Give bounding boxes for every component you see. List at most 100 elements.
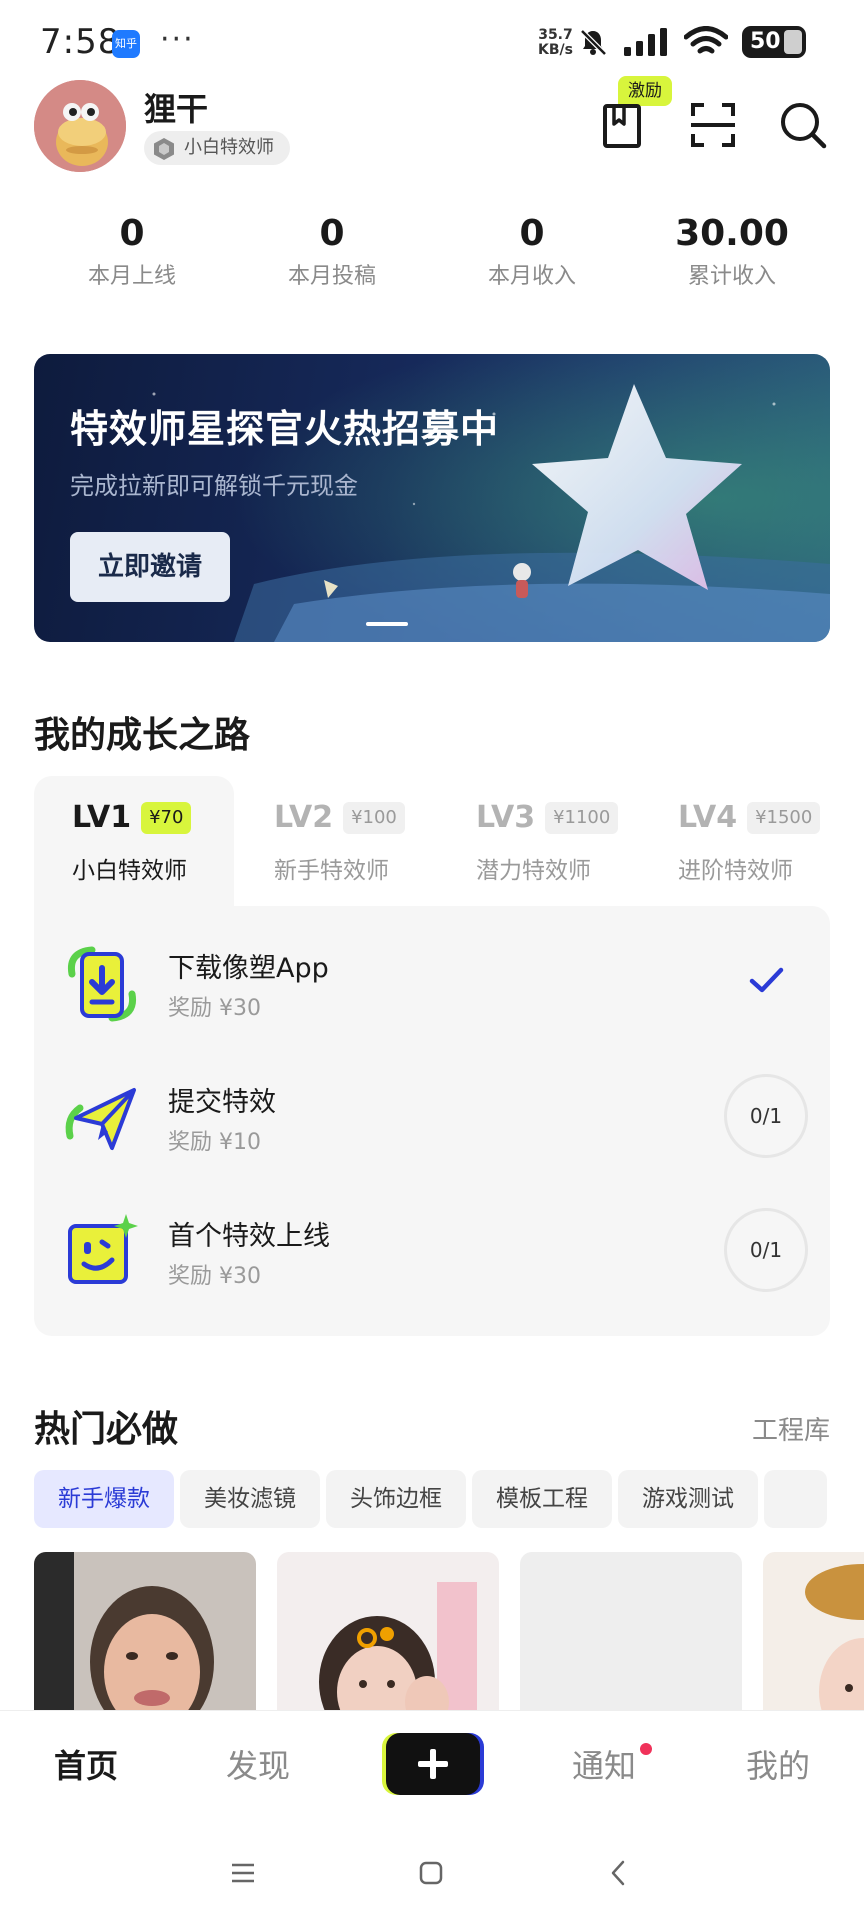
status-time: 7:58: [40, 22, 121, 62]
level-price: ¥100: [343, 801, 405, 834]
chip-more[interactable]: [764, 1470, 827, 1528]
battery-level: 50: [750, 29, 781, 54]
chip-newbie-hits[interactable]: 新手爆款: [34, 1470, 174, 1528]
battery-indicator: 50: [742, 26, 806, 58]
chip-beauty-filter[interactable]: 美妆滤镜: [180, 1470, 320, 1528]
thumbnail-image: [763, 1552, 864, 1710]
menu-icon[interactable]: [228, 1858, 258, 1888]
search-icon[interactable]: [778, 100, 828, 150]
home-square-icon[interactable]: [416, 1858, 446, 1888]
thumbnail-card[interactable]: [520, 1552, 743, 1710]
hot-thumbnails: [34, 1552, 864, 1710]
net-speed-value: 35.7: [538, 27, 573, 43]
chip-game-test[interactable]: 游戏测试: [618, 1470, 758, 1528]
task-reward: 奖励 ¥10: [168, 1130, 261, 1155]
level-price: ¥1100: [545, 801, 619, 834]
stat-label: 累计收入: [687, 264, 776, 289]
notification-dot: [640, 1743, 652, 1755]
tab-notifications[interactable]: 通知: [572, 1741, 636, 1787]
thumbnail-card[interactable]: [34, 1552, 256, 1710]
username: 狸干: [144, 90, 209, 128]
banner-subtitle: 完成拉新即可解锁千元现金: [70, 472, 358, 500]
bottom-tab-bar: 首页 发现 通知 我的: [0, 1710, 864, 1822]
paper-plane-icon: [65, 1088, 136, 1150]
banner-title: 特效师星探官火热招募中: [70, 407, 500, 451]
thumbnail-image: [277, 1552, 500, 1710]
stat-label: 本月投稿: [287, 264, 376, 289]
level-label: 小白特效师: [72, 858, 187, 884]
level-label: 潜力特效师: [476, 858, 591, 884]
status-bar: 7:58 知乎 ··· 35.7 KB/s 50: [0, 0, 864, 86]
stat-value: 30.00: [675, 213, 789, 254]
chip-template-project[interactable]: 模板工程: [472, 1470, 612, 1528]
level-label: 进阶特效师: [678, 858, 793, 884]
smiley-sparkle-icon: [68, 1214, 138, 1284]
wifi-icon: [684, 26, 728, 54]
banner-page-indicator: [366, 622, 408, 626]
scan-icon[interactable]: [688, 100, 738, 150]
task-item-first-effect-online[interactable]: 首个特效上线 奖励 ¥30 0/1: [34, 1186, 830, 1320]
stats-row: 0 本月上线 0 本月投稿 0 本月收入 30.00 累计收入: [32, 212, 832, 290]
hexagon-badge-icon: [154, 138, 174, 160]
stat-label: 本月上线: [87, 264, 176, 289]
stat-total-income[interactable]: 30.00 累计收入: [632, 212, 832, 290]
level-label: 新手特效师: [274, 858, 389, 884]
level-price: ¥70: [141, 801, 192, 834]
zhihu-notification-icon: 知乎: [112, 30, 140, 58]
promo-banner[interactable]: 特效师星探官火热招募中 完成拉新即可解锁千元现金 立即邀请: [34, 354, 830, 642]
stat-monthly-income[interactable]: 0 本月收入: [432, 212, 632, 290]
category-chips: 新手爆款 美妆滤镜 头饰边框 模板工程 游戏测试: [34, 1470, 864, 1528]
task-reward: 奖励 ¥30: [168, 1264, 261, 1289]
checkmark-icon: [749, 967, 784, 993]
level-tag[interactable]: 小白特效师: [144, 131, 290, 165]
level-tab-lv4[interactable]: LV4 ¥1500 进阶特效师: [678, 800, 864, 885]
task-item-submit-effect[interactable]: 提交特效 奖励 ¥10 0/1: [34, 1052, 830, 1186]
avatar-image: [34, 80, 126, 172]
back-icon[interactable]: [604, 1858, 634, 1888]
level-tab-lv2[interactable]: LV2 ¥100 新手特效师: [274, 800, 474, 885]
task-progress-ring: 0/1: [724, 1208, 808, 1292]
level-name: LV3: [476, 800, 536, 835]
stat-monthly-online[interactable]: 0 本月上线: [32, 212, 232, 290]
tab-home[interactable]: 首页: [54, 1741, 118, 1787]
task-name: 提交特效: [168, 1087, 276, 1118]
bell-muted-icon: [580, 29, 607, 56]
status-icons: 50: [578, 24, 806, 60]
level-price: ¥1500: [747, 801, 821, 834]
level-name: LV1: [72, 800, 132, 835]
stat-value: 0: [519, 213, 545, 254]
project-library-link[interactable]: 工程库: [752, 1410, 830, 1447]
growth-section-title: 我的成长之路: [34, 715, 251, 756]
task-progress-ring: 0/1: [724, 1074, 808, 1158]
stat-value: 0: [119, 213, 145, 254]
thumbnail-image: [520, 1552, 743, 1710]
thumbnail-card[interactable]: [277, 1552, 500, 1710]
level-tag-label: 小白特效师: [184, 137, 274, 158]
chip-headwear-frame[interactable]: 头饰边框: [326, 1470, 466, 1528]
thumbnail-card[interactable]: [763, 1552, 864, 1710]
bookmark-book-icon[interactable]: [598, 100, 648, 150]
thumbnail-image: [34, 1552, 256, 1710]
net-speed: 35.7 KB/s: [538, 28, 573, 58]
stat-value: 0: [319, 213, 345, 254]
phone-download-icon: [67, 946, 137, 1022]
stat-monthly-submissions[interactable]: 0 本月投稿: [232, 212, 432, 290]
avatar[interactable]: [34, 80, 126, 172]
net-speed-unit: KB/s: [538, 42, 573, 58]
hot-section-title: 热门必做: [34, 1409, 179, 1450]
create-button[interactable]: [386, 1733, 480, 1795]
tab-me[interactable]: 我的: [746, 1741, 810, 1787]
task-name: 首个特效上线: [168, 1221, 330, 1252]
level-tab-lv3[interactable]: LV3 ¥1100 潜力特效师: [476, 800, 676, 885]
signal-icon: [624, 28, 667, 56]
level-name: LV2: [274, 800, 334, 835]
invite-button[interactable]: 立即邀请: [70, 532, 230, 602]
system-navigation-bar: [0, 1822, 864, 1920]
stat-label: 本月收入: [487, 264, 576, 289]
level-name: LV4: [678, 800, 738, 835]
tab-discover[interactable]: 发现: [226, 1741, 290, 1787]
task-name: 下载像塑App: [168, 953, 329, 984]
task-reward: 奖励 ¥30: [168, 996, 261, 1021]
task-item-download-app[interactable]: 下载像塑App 奖励 ¥30: [34, 918, 830, 1052]
level-tab-lv1[interactable]: LV1 ¥70 小白特效师: [72, 800, 272, 885]
